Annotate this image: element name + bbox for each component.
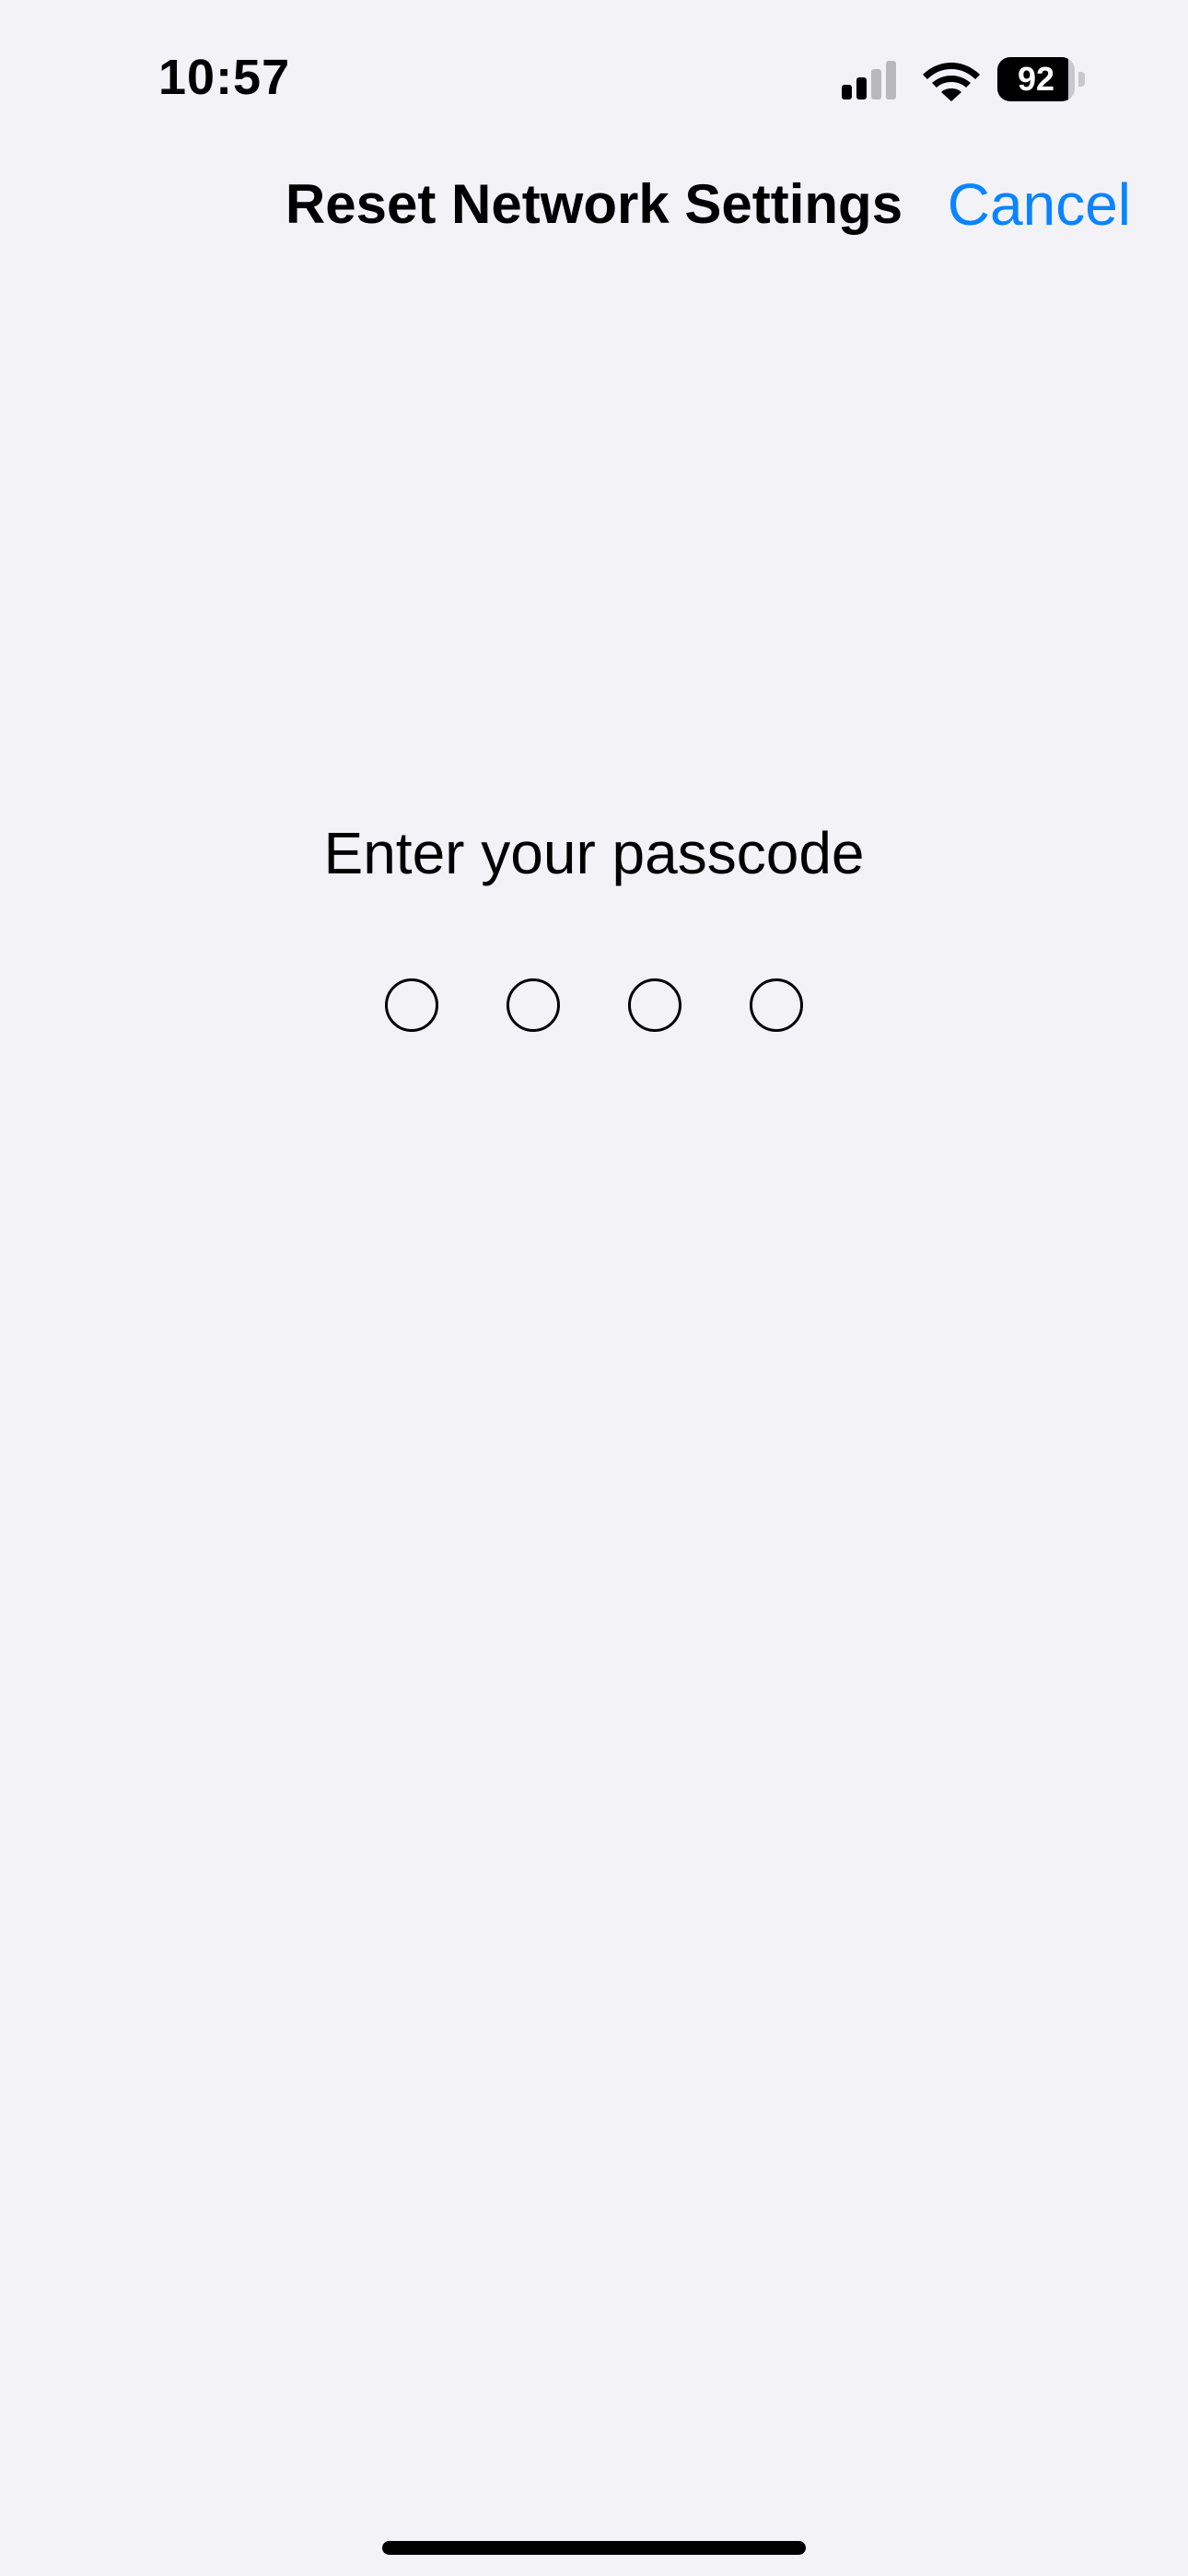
battery-cap bbox=[1078, 72, 1085, 87]
signal-bar bbox=[842, 85, 852, 100]
status-time: 10:57 bbox=[158, 50, 291, 105]
wifi-icon bbox=[923, 63, 980, 101]
passcode-dot bbox=[507, 978, 560, 1032]
page-title: Reset Network Settings bbox=[285, 173, 903, 235]
navigation-bar: Reset Network Settings Cancel bbox=[0, 157, 1188, 258]
passcode-dot bbox=[628, 978, 681, 1032]
cellular-signal-icon bbox=[842, 61, 896, 100]
cancel-button[interactable]: Cancel bbox=[948, 170, 1131, 240]
passcode-dots[interactable] bbox=[0, 978, 1188, 1032]
signal-bar bbox=[886, 61, 896, 100]
passcode-dot bbox=[385, 978, 438, 1032]
passcode-dot bbox=[750, 978, 803, 1032]
battery-level: 92 bbox=[1017, 60, 1055, 98]
status-bar: 10:57 92 bbox=[0, 0, 1188, 138]
signal-bar bbox=[856, 77, 867, 100]
battery-body: 92 bbox=[997, 57, 1075, 101]
home-indicator[interactable] bbox=[382, 2541, 806, 2555]
signal-bar bbox=[871, 69, 881, 100]
passcode-prompt: Enter your passcode bbox=[323, 820, 865, 886]
battery-icon: 92 bbox=[997, 57, 1086, 101]
